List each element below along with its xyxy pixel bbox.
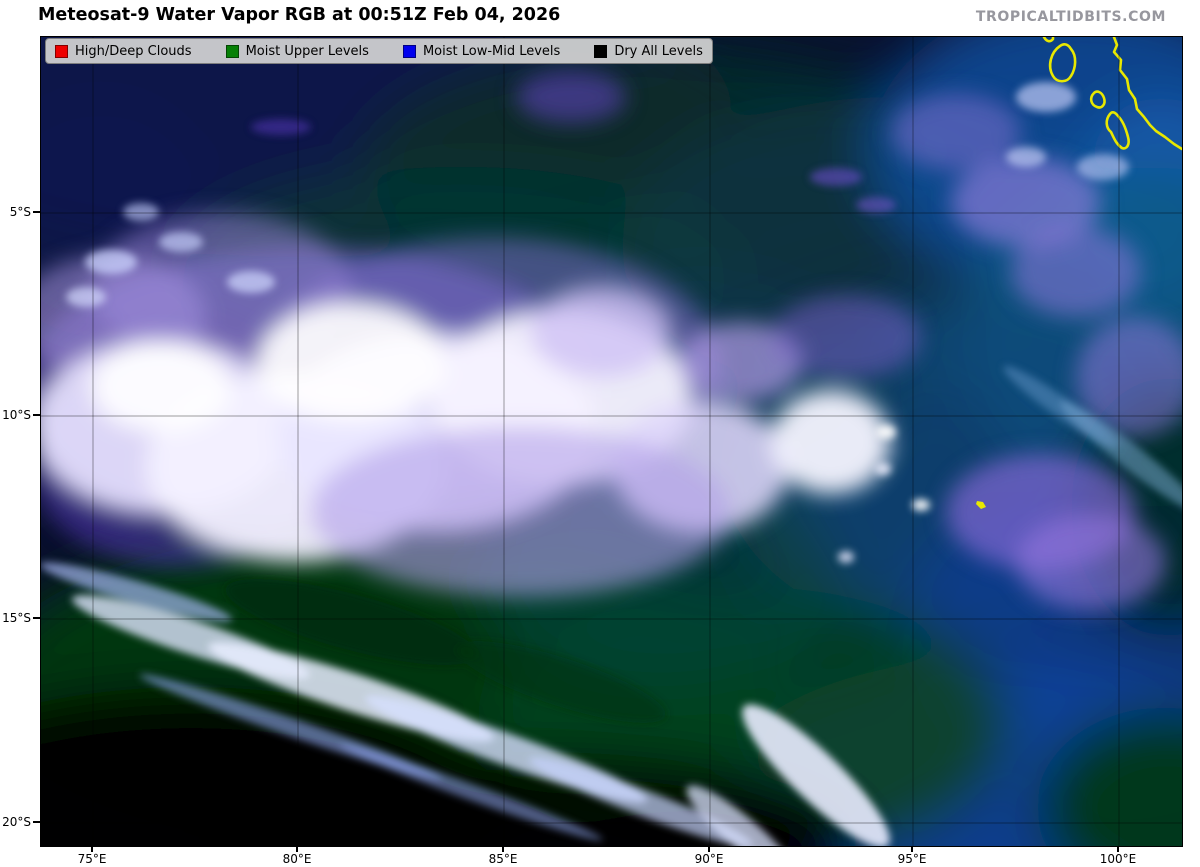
legend-swatch-green bbox=[225, 44, 239, 58]
x-axis-label-95e: 95°E bbox=[897, 852, 927, 866]
y-tick-5s bbox=[33, 211, 40, 213]
legend-swatch-black bbox=[594, 44, 608, 58]
legend: High/Deep Clouds Moist Upper Levels Mois… bbox=[45, 38, 713, 64]
satellite-image bbox=[41, 37, 1182, 846]
x-axis-label-80e: 80°E bbox=[282, 852, 312, 866]
legend-swatch-red bbox=[55, 44, 68, 58]
legend-item-moist-upper: Moist Upper Levels bbox=[225, 43, 369, 59]
site-watermark: TROPICALTIDBITS.COM bbox=[975, 9, 1166, 25]
legend-label: High/Deep Clouds bbox=[75, 43, 192, 59]
x-axis-label-85e: 85°E bbox=[488, 852, 518, 866]
legend-label: Moist Upper Levels bbox=[245, 43, 369, 59]
legend-item-high-deep-clouds: High/Deep Clouds bbox=[55, 44, 192, 59]
legend-swatch-blue bbox=[402, 44, 416, 58]
legend-label: Moist Low-Mid Levels bbox=[422, 43, 561, 59]
page: Meteosat-9 Water Vapor RGB at 00:51Z Feb… bbox=[0, 0, 1200, 867]
legend-item-moist-low-mid: Moist Low-Mid Levels bbox=[402, 43, 561, 59]
y-axis-label-10s: 10°S bbox=[2, 408, 31, 422]
y-tick-20s bbox=[33, 821, 40, 823]
y-tick-10s bbox=[33, 414, 40, 416]
legend-item-dry: Dry All Levels bbox=[594, 44, 703, 59]
y-axis-label-20s: 20°S bbox=[2, 815, 31, 829]
x-axis-label-100e: 100°E bbox=[1099, 852, 1137, 866]
x-axis-label-75e: 75°E bbox=[77, 852, 107, 866]
legend-label: Dry All Levels bbox=[614, 43, 703, 59]
y-axis-label-5s: 5°S bbox=[9, 205, 31, 219]
satellite-map: High/Deep Clouds Moist Upper Levels Mois… bbox=[40, 36, 1183, 847]
x-axis-label-90e: 90°E bbox=[694, 852, 724, 866]
y-tick-15s bbox=[33, 617, 40, 619]
y-axis-label-15s: 15°S bbox=[2, 611, 31, 625]
image-title: Meteosat-9 Water Vapor RGB at 00:51Z Feb… bbox=[38, 5, 561, 25]
